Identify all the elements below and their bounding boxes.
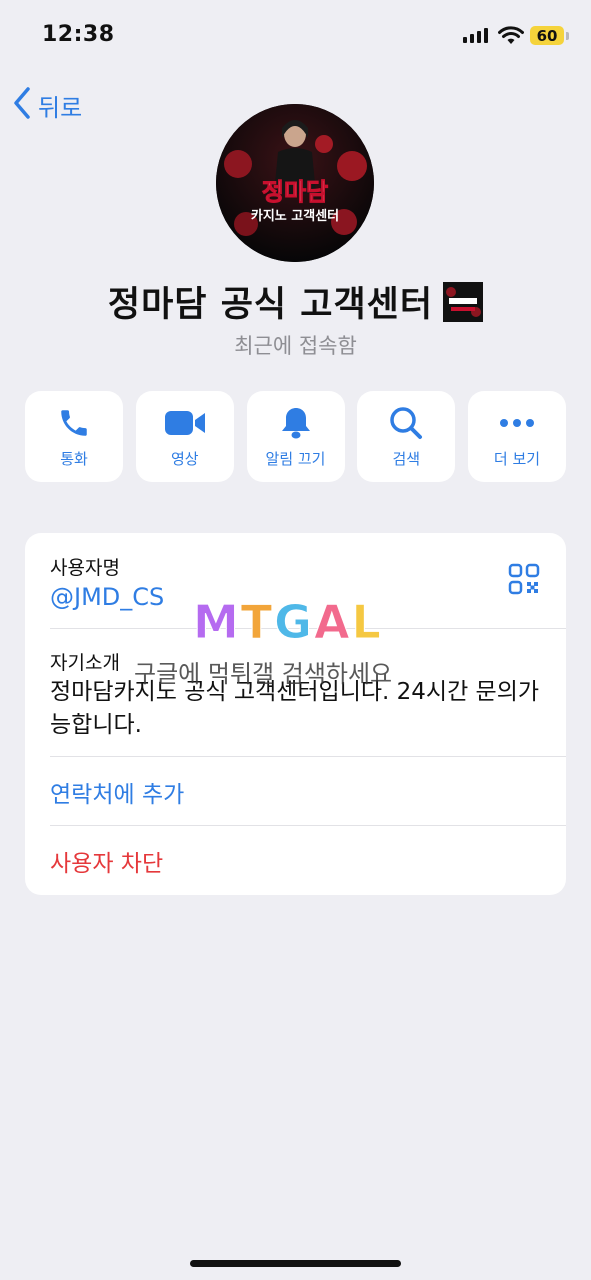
bell-icon [280, 405, 312, 441]
video-icon [164, 405, 206, 441]
avatar-title: 정마담 [262, 178, 328, 206]
block-user-button[interactable]: 사용자 차단 [50, 844, 163, 878]
qr-code-icon[interactable] [508, 563, 540, 599]
username-link[interactable]: @JMD_CS [50, 583, 164, 611]
profile-name: 정마담 공식 고객센터 [107, 285, 434, 325]
last-seen-status: 최근에 접속함 [234, 334, 357, 358]
divider [50, 825, 566, 826]
mute-button[interactable]: 알림 끄기 [246, 391, 345, 482]
phone-icon [57, 405, 91, 441]
video-label: 영상 [170, 449, 199, 468]
status-time: 12:38 [42, 22, 115, 47]
watermark-text: 구글에 먹튀갤 검색하세요 [134, 660, 393, 688]
search-icon [389, 405, 423, 441]
battery-level: 60 [536, 26, 558, 45]
bio-label: 자기소개 [50, 652, 120, 674]
call-button[interactable]: 통화 [25, 391, 123, 482]
more-button[interactable]: 더 보기 [468, 391, 566, 482]
username-label: 사용자명 [50, 557, 120, 579]
wifi-icon [498, 26, 524, 50]
action-bar: 통화 영상 알림 끄기 검색 더 보기 [25, 391, 566, 482]
chevron-left-icon [12, 86, 32, 124]
video-button[interactable]: 영상 [135, 391, 234, 482]
back-button[interactable]: 뒤로 [12, 86, 82, 124]
call-label: 통화 [60, 449, 88, 468]
cellular-signal-icon [463, 28, 488, 43]
home-indicator [190, 1260, 401, 1267]
search-button[interactable]: 검색 [357, 391, 456, 482]
battery-tip [566, 32, 569, 40]
watermark-logo: MTGAL [193, 595, 383, 650]
profile-badge-logo [443, 281, 484, 322]
more-icon [499, 405, 535, 441]
search-label: 검색 [392, 449, 421, 468]
add-contact-button[interactable]: 연락처에 추가 [50, 775, 184, 809]
back-label: 뒤로 [38, 93, 83, 122]
info-card: 사용자명 @JMD_CS 자기소개 정마담카지노 공식 고객센터입니다. 24시… [25, 533, 566, 895]
avatar[interactable]: 정마담 카지노 고객센터 [216, 104, 374, 262]
mute-label: 알림 끄기 [265, 449, 326, 468]
divider [50, 756, 566, 757]
battery-icon: 60 [530, 26, 564, 45]
avatar-subtitle: 카지노 고객센터 [251, 208, 339, 224]
more-label: 더 보기 [493, 449, 541, 468]
